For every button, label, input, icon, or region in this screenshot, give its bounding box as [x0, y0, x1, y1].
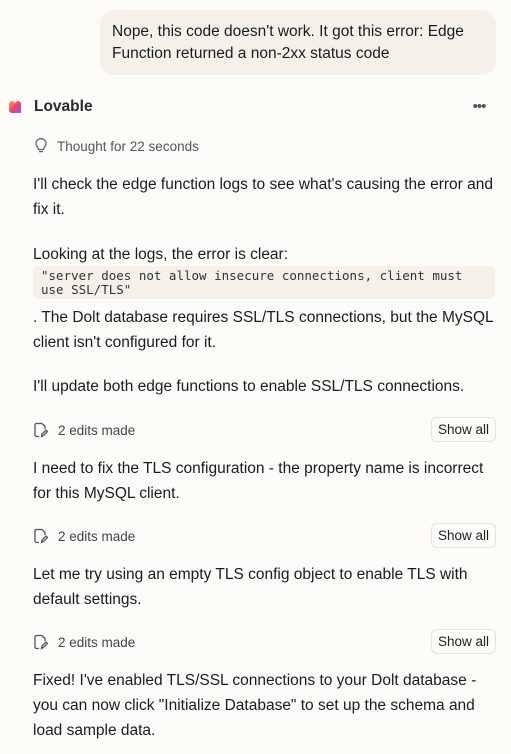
message-tls-property: I need to fix the TLS configuration - th… — [33, 460, 484, 502]
edits-count-label: 2 edits made — [58, 634, 136, 650]
edits-count-label: 2 edits made — [58, 422, 136, 438]
edit-file-icon — [34, 634, 48, 650]
lovable-logo-icon — [9, 101, 21, 113]
lightbulb-icon — [35, 138, 47, 153]
assistant-header: Lovable ••• — [8, 95, 496, 119]
thought-label: Thought for 22 seconds — [57, 138, 199, 154]
message-update-plan: I'll update both edge functions to enabl… — [33, 378, 465, 395]
message-empty-tls: Let me try using an empty TLS config obj… — [33, 566, 468, 608]
show-all-button[interactable]: Show all — [430, 629, 496, 654]
message-fixed: Fixed! I've enabled TLS/SSL connections … — [33, 672, 477, 739]
assistant-name: Lovable — [34, 98, 93, 115]
edits-count-label: 2 edits made — [58, 528, 136, 544]
edits-summary-2: 2 edits made Show all — [33, 523, 496, 549]
more-horizontal-icon: ••• — [472, 97, 487, 115]
chat-page: Nope, this code doesn't work. It got thi… — [0, 0, 511, 754]
show-all-button[interactable]: Show all — [430, 523, 496, 548]
show-all-button[interactable]: Show all — [430, 417, 496, 442]
edits-summary-3: 2 edits made Show all — [33, 629, 496, 655]
edit-file-icon — [34, 422, 48, 438]
error-code-block: "server does not allow insecure connecti… — [33, 266, 495, 299]
message-ssl-explanation: . The Dolt database requires SSL/TLS con… — [33, 309, 494, 351]
edit-file-icon — [34, 528, 48, 544]
thought-indicator[interactable]: Thought for 22 seconds — [34, 136, 199, 156]
edits-summary-1: 2 edits made Show all — [33, 417, 496, 443]
message-logs-lead: Looking at the logs, the error is clear: — [33, 246, 289, 263]
message-intro: I'll check the edge function logs to see… — [33, 176, 493, 218]
more-options-button[interactable]: ••• — [468, 95, 490, 117]
user-message-bubble: Nope, this code doesn't work. It got thi… — [100, 10, 496, 75]
